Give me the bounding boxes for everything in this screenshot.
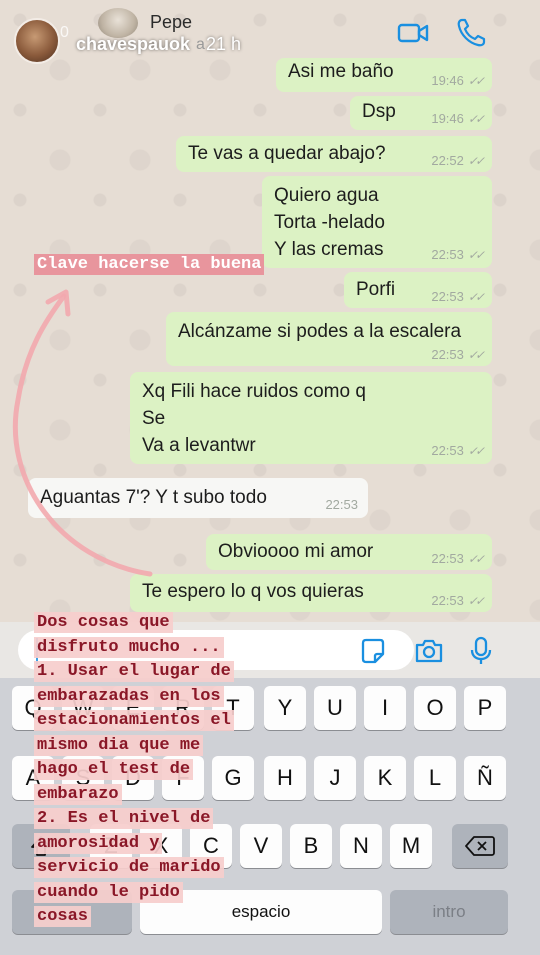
phone-call-icon[interactable] xyxy=(454,16,488,50)
key-j[interactable]: J xyxy=(314,756,356,800)
message-time: 19:46 xyxy=(431,73,464,88)
message-meta: 22:52 ✓✓ xyxy=(431,153,485,169)
key-u[interactable]: U xyxy=(314,686,356,730)
message-time: 22:53 xyxy=(431,443,464,458)
return-key[interactable]: intro xyxy=(390,890,508,934)
message-meta: 22:53 ✓✓ xyxy=(431,289,485,305)
note-line: mismo dia que me xyxy=(34,734,204,756)
read-receipt-icon: ✓✓ xyxy=(467,154,485,168)
note-line: amorosidad y xyxy=(34,832,163,854)
note-line: hago el test de xyxy=(34,759,194,780)
message-meta: 22:53 ✓✓ xyxy=(431,551,485,567)
annotation-label: Clave hacerse la buena xyxy=(34,254,265,275)
video-call-icon[interactable] xyxy=(396,16,430,50)
microphone-icon[interactable] xyxy=(464,634,498,668)
message-time: 22:53 xyxy=(431,289,464,304)
key-k[interactable]: K xyxy=(364,756,406,800)
message-time: 22:53 xyxy=(325,497,358,512)
note-line: embarazo xyxy=(34,783,122,805)
story-header: Pepe 0 chavespauok a 21 h xyxy=(0,0,540,64)
message-meta: 22:53 ✓✓ xyxy=(431,247,485,263)
message-bubble-10[interactable]: Te espero lo q vos quieras 22:53 ✓✓ xyxy=(130,574,492,612)
message-bubble-2[interactable]: Dsp 19:46 ✓✓ xyxy=(350,96,492,130)
message-meta: 22:53 ✓✓ xyxy=(431,593,485,609)
last-seen-fragment: a xyxy=(196,36,205,53)
story-time: 21 h xyxy=(206,34,242,54)
key-b[interactable]: B xyxy=(290,824,332,868)
message-meta: 22:53 ✓✓ xyxy=(431,443,485,459)
note-line: cosas xyxy=(34,906,92,927)
note-line: embarazadas en los xyxy=(34,685,224,707)
message-meta: 22:53 xyxy=(325,498,358,512)
camera-icon[interactable] xyxy=(412,634,446,668)
message-text: Alcánzame si podes a la escalera xyxy=(178,321,462,342)
note-line: Dos cosas que xyxy=(34,612,173,633)
read-receipt-icon: ✓✓ xyxy=(467,444,485,458)
read-receipt-icon: ✓✓ xyxy=(467,290,485,304)
note-line: 2. Es el nivel de xyxy=(34,808,214,829)
message-bubble-1[interactable]: Asi me baño 19:46 ✓✓ xyxy=(276,58,492,92)
message-bubble-7[interactable]: Xq Fili hace ruidos como q Se Va a levan… xyxy=(130,372,492,464)
read-receipt-icon: ✓✓ xyxy=(467,248,485,262)
message-bubble-5[interactable]: Porfi 22:53 ✓✓ xyxy=(344,272,492,308)
backspace-key[interactable] xyxy=(452,824,508,868)
story-username[interactable]: chavespauok xyxy=(76,34,190,55)
message-time: 22:53 xyxy=(431,347,464,362)
key-l[interactable]: L xyxy=(414,756,456,800)
read-receipt-icon: ✓✓ xyxy=(467,112,485,126)
message-time: 22:53 xyxy=(431,551,464,566)
story-avatar[interactable] xyxy=(14,18,60,64)
message-meta: 19:46 ✓✓ xyxy=(431,111,485,127)
story-text-note: Dos cosas que disfruto mucho ... 1. Usar… xyxy=(34,611,294,930)
note-line: 1. Usar el lugar de xyxy=(34,661,234,682)
message-text: Te espero lo q vos quieras xyxy=(142,581,364,602)
key-p[interactable]: P xyxy=(464,686,506,730)
note-line: cuando le pido xyxy=(34,881,183,903)
note-line: disfruto mucho ... xyxy=(34,636,224,658)
read-receipt-icon: ✓✓ xyxy=(467,348,485,362)
key-enye[interactable]: Ñ xyxy=(464,756,506,800)
message-text: Xq Fili hace ruidos como q Se Va a levan… xyxy=(142,381,366,456)
message-bubble-9[interactable]: Obvioooo mi amor 22:53 ✓✓ xyxy=(206,534,492,570)
read-receipt-icon: ✓✓ xyxy=(467,74,485,88)
unread-count: 0 xyxy=(60,24,69,41)
contact-name[interactable]: Pepe xyxy=(150,12,192,33)
key-i[interactable]: I xyxy=(364,686,406,730)
read-receipt-icon: ✓✓ xyxy=(467,552,485,566)
message-time: 22:52 xyxy=(431,153,464,168)
message-bubble-6[interactable]: Alcánzame si podes a la escalera 22:53 ✓✓ xyxy=(166,312,492,366)
message-time: 19:46 xyxy=(431,111,464,126)
key-m[interactable]: M xyxy=(390,824,432,868)
message-meta: 19:46 ✓✓ xyxy=(431,73,485,89)
backspace-icon xyxy=(465,836,495,856)
note-line: estacionamientos el xyxy=(34,710,234,731)
message-bubble-3[interactable]: Te vas a quedar abajo? 22:52 ✓✓ xyxy=(176,136,492,172)
message-meta: 22:53 ✓✓ xyxy=(431,347,485,363)
key-n[interactable]: N xyxy=(340,824,382,868)
message-time: 22:53 xyxy=(431,593,464,608)
message-bubble-4[interactable]: Quiero agua Torta -helado Y las cremas 2… xyxy=(262,176,492,268)
annotation-arrow xyxy=(12,289,153,577)
sticker-icon[interactable] xyxy=(356,634,390,668)
message-time: 22:53 xyxy=(431,247,464,262)
key-o[interactable]: O xyxy=(414,686,456,730)
read-receipt-icon: ✓✓ xyxy=(467,594,485,608)
note-line: servicio de marido xyxy=(34,857,224,878)
